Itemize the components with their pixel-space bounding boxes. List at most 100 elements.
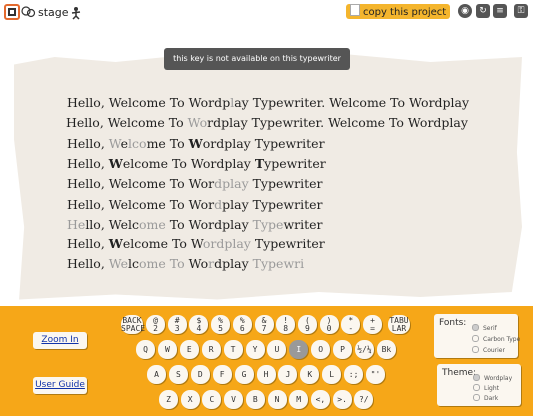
- typed-text: Hello, Wel: [67, 95, 132, 110]
- typed-text: T: [254, 156, 265, 171]
- green-flag-icon[interactable]: [4, 4, 20, 20]
- key[interactable]: >.: [332, 390, 352, 409]
- key[interactable]: K: [300, 365, 320, 384]
- font-option-courier[interactable]: Courier: [472, 346, 505, 354]
- typed-text: ordplay Typewriter: [202, 136, 325, 151]
- key[interactable]: ?/: [354, 390, 374, 409]
- key[interactable]: S: [168, 365, 188, 384]
- copy-project-button[interactable]: copy this project: [346, 4, 450, 19]
- typed-text: lc: [128, 256, 140, 271]
- typed-text: T: [252, 95, 262, 110]
- key[interactable]: G: [234, 365, 254, 384]
- key[interactable]: V: [224, 390, 244, 409]
- user-guide-button[interactable]: User Guide: [33, 377, 87, 394]
- typed-text: or: [200, 95, 215, 110]
- key[interactable]: * -: [341, 315, 361, 334]
- key[interactable]: B: [245, 390, 265, 409]
- typed-text: W: [108, 136, 121, 151]
- typed-text: writer: [283, 217, 323, 232]
- key-unavailable-tooltip: this key is not available on this typewr…: [164, 48, 350, 70]
- key[interactable]: M: [289, 390, 309, 409]
- menu-icon[interactable]: ≡: [493, 4, 507, 18]
- typed-text: W: [325, 95, 342, 110]
- key[interactable]: T: [223, 340, 243, 359]
- typed-text: ome: [139, 217, 166, 232]
- typed-text: e To W: [158, 95, 201, 110]
- key[interactable]: + =: [363, 315, 382, 334]
- key[interactable]: % 6: [232, 315, 252, 334]
- key[interactable]: #3: [167, 315, 187, 334]
- key[interactable]: Z: [159, 390, 178, 409]
- key[interactable]: % 5: [211, 315, 231, 334]
- theme-title: Theme:: [442, 368, 477, 378]
- key[interactable]: X: [180, 390, 200, 409]
- zoom-in-button[interactable]: Zoom In: [33, 332, 87, 349]
- typed-text: elcome To Wordplay: [122, 156, 255, 171]
- key[interactable]: <,: [310, 390, 330, 409]
- theme-option-wordplay[interactable]: Wordplay: [473, 374, 512, 382]
- typed-line: Hello, Welcome To Wordplay Typewriter: [67, 197, 322, 212]
- key[interactable]: Q: [136, 340, 155, 359]
- stage-label[interactable]: stage: [38, 6, 69, 19]
- typed-line: Hello, Welcome To Wordplay Typewriter: [67, 136, 325, 151]
- theme-option-light[interactable]: Light: [473, 384, 499, 392]
- key[interactable]: R: [201, 340, 221, 359]
- key[interactable]: BACK SPACE: [121, 315, 145, 334]
- key[interactable]: H: [256, 365, 276, 384]
- key[interactable]: ) 0: [319, 315, 339, 334]
- sprite-icon[interactable]: [20, 4, 36, 20]
- lock-icon[interactable]: ⚿: [514, 4, 528, 18]
- key[interactable]: "': [366, 365, 385, 384]
- key[interactable]: Bk: [376, 340, 396, 359]
- typed-text: Wo: [187, 115, 208, 130]
- key[interactable]: ½/¼: [355, 340, 374, 359]
- key[interactable]: TABU LAR: [388, 315, 410, 334]
- typed-text: W: [108, 236, 123, 251]
- key[interactable]: I: [289, 340, 309, 359]
- key[interactable]: F: [212, 365, 232, 384]
- key[interactable]: Y: [245, 340, 265, 359]
- key[interactable]: N: [267, 390, 287, 409]
- key[interactable]: ! 8: [276, 315, 296, 334]
- typed-text: W: [188, 136, 203, 151]
- key[interactable]: $4: [189, 315, 209, 334]
- key[interactable]: D: [190, 365, 210, 384]
- typed-line: Hello, Welcome To Wordplay Typewriter. W…: [66, 115, 468, 130]
- font-option-serif[interactable]: Serif: [472, 324, 497, 332]
- typed-text: d: [214, 197, 223, 212]
- typed-text: play Type: [221, 115, 283, 130]
- key[interactable]: P: [333, 340, 353, 359]
- typed-text: lcome To W: [348, 95, 422, 110]
- font-option-carbon[interactable]: Carbon Type: [472, 335, 520, 343]
- typed-text: me To: [146, 136, 189, 151]
- refresh-icon[interactable]: ↻: [476, 4, 490, 18]
- typed-text: Typewriter: [250, 236, 325, 251]
- key[interactable]: C: [202, 390, 222, 409]
- key[interactable]: O: [311, 340, 331, 359]
- key[interactable]: @2: [146, 315, 165, 334]
- key[interactable]: W: [157, 340, 177, 359]
- typed-line: Hello, Welcome To Wordplay Typewriter: [67, 217, 323, 232]
- typed-text: e: [120, 136, 129, 151]
- key[interactable]: L: [322, 365, 342, 384]
- key[interactable]: & 7: [254, 315, 274, 334]
- key[interactable]: :;: [344, 365, 364, 384]
- fonts-title: Fonts:: [439, 318, 467, 328]
- key[interactable]: U: [267, 340, 287, 359]
- key[interactable]: E: [179, 340, 199, 359]
- typed-text: He: [67, 217, 86, 232]
- key[interactable]: A: [147, 365, 166, 384]
- typed-text: m: [146, 95, 159, 110]
- key[interactable]: J: [278, 365, 298, 384]
- typed-text: p: [222, 95, 231, 110]
- eye-icon[interactable]: ◉: [458, 4, 472, 18]
- typed-text: Hello, Welcome To Wor: [67, 197, 215, 212]
- typed-text: p: [268, 95, 277, 110]
- sprite-figure-icon[interactable]: [70, 5, 82, 24]
- typed-text: me To: [145, 115, 188, 130]
- theme-option-dark[interactable]: Dark: [473, 394, 498, 402]
- typed-text: ewrit: [276, 95, 310, 110]
- copy-icon: [350, 4, 360, 16]
- typed-text: Typewri: [252, 256, 305, 271]
- key[interactable]: (9: [297, 315, 317, 334]
